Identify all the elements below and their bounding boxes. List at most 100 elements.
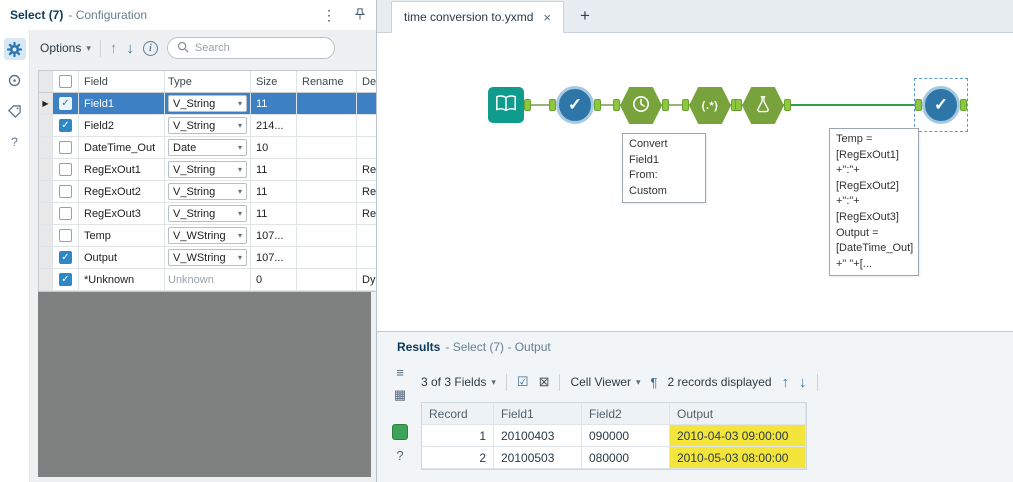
field-row[interactable]: ▶ ✓ Field1 V_String ▾ 11 — [39, 93, 376, 115]
field-checkbox[interactable] — [59, 229, 72, 242]
fields-dropdown[interactable]: 3 of 3 Fields ▾ — [421, 375, 496, 389]
search-box[interactable] — [166, 37, 335, 59]
move-up-button[interactable]: ↑ — [110, 41, 118, 56]
field-checkbox[interactable] — [59, 185, 72, 198]
field-description-cell: Dy — [357, 269, 376, 290]
row-handle[interactable]: ▶ — [39, 93, 53, 114]
field-row[interactable]: RegExOut3 V_String ▾ 11 Re — [39, 203, 376, 225]
separator — [816, 373, 818, 391]
checkbox-cell: ✓ — [53, 269, 79, 290]
row-handle[interactable] — [39, 203, 53, 224]
type-dropdown[interactable]: Date ▾ — [168, 139, 247, 156]
field-checkbox[interactable] — [59, 163, 72, 176]
move-down-button[interactable]: ↓ — [126, 41, 134, 56]
tab-time-conversion[interactable]: time conversion to.yxmd × — [391, 1, 564, 33]
cancel-box-icon[interactable]: ⊠ — [539, 374, 550, 390]
field-checkbox[interactable]: ✓ — [59, 119, 72, 132]
type-value: V_String — [173, 207, 216, 220]
field-column-header[interactable]: Field — [79, 71, 165, 92]
row-handle[interactable] — [39, 115, 53, 136]
new-tab-button[interactable]: + — [580, 6, 590, 26]
row-handle[interactable] — [39, 269, 53, 290]
size-column-header[interactable]: Size — [251, 71, 297, 92]
input-anchor[interactable] — [682, 99, 689, 111]
help-icon[interactable]: ? — [4, 131, 26, 153]
more-options-icon[interactable]: ⋮ — [322, 7, 336, 24]
navigation-target-icon[interactable] — [4, 69, 26, 91]
apply-checkbox-icon[interactable]: ☑ — [517, 374, 529, 390]
field-checkbox[interactable] — [59, 207, 72, 220]
field-row[interactable]: ✓ Output V_WString ▾ 107... — [39, 247, 376, 269]
field-row[interactable]: ✓ *Unknown Unknown 0 Dy — [39, 269, 376, 291]
description-column-header[interactable]: Description — [357, 71, 376, 92]
field-row[interactable]: RegExOut1 V_String ▾ 11 Re — [39, 159, 376, 181]
row-handle[interactable] — [39, 181, 53, 202]
type-dropdown[interactable]: V_WString ▾ — [168, 227, 247, 244]
datetime-tool[interactable] — [620, 87, 662, 124]
input-anchor[interactable] — [613, 99, 620, 111]
input-data-tool[interactable] — [488, 87, 524, 123]
chevron-down-icon: ▾ — [237, 209, 242, 218]
field-description-cell — [357, 115, 376, 136]
type-dropdown[interactable]: V_String ▾ — [168, 183, 247, 200]
type-dropdown[interactable]: V_String ▾ — [168, 95, 247, 112]
field-description-cell — [357, 247, 376, 268]
type-dropdown[interactable]: V_String ▾ — [168, 117, 247, 134]
select-all-checkbox[interactable] — [59, 75, 72, 88]
results-row[interactable]: 2 20100503 080000 2010-05-03 08:00:00 — [422, 447, 806, 469]
row-handle[interactable] — [39, 247, 53, 268]
type-dropdown[interactable]: V_WString ▾ — [168, 249, 247, 266]
regex-tool[interactable]: (.*) — [689, 87, 731, 124]
formula-tool[interactable] — [742, 87, 784, 124]
record-column-header[interactable]: Record — [422, 403, 494, 424]
pin-icon[interactable] — [354, 7, 366, 24]
datetime-tool-annotation[interactable]: Convert Field1 From: Custom — [622, 133, 706, 204]
output-anchor[interactable] — [594, 99, 601, 111]
help-icon[interactable]: ? — [396, 449, 403, 462]
field-row[interactable]: Temp V_WString ▾ 107... — [39, 225, 376, 247]
annotation-tag-icon[interactable] — [4, 100, 26, 122]
field-checkbox[interactable]: ✓ — [59, 97, 72, 110]
input-anchor[interactable] — [549, 99, 556, 111]
field-row[interactable]: RegExOut2 V_String ▾ 11 Re — [39, 181, 376, 203]
results-row[interactable]: 1 20100403 090000 2010-04-03 09:00:00 — [422, 425, 806, 447]
whitespace-toggle-icon[interactable]: ¶ — [650, 375, 657, 390]
close-icon[interactable]: × — [543, 10, 551, 25]
field-row[interactable]: ✓ Field2 V_String ▾ 214... — [39, 115, 376, 137]
rename-column-header[interactable]: Rename — [297, 71, 357, 92]
grid-view-icon[interactable]: ▦ — [394, 388, 406, 401]
row-handle[interactable] — [39, 137, 53, 158]
type-column-header[interactable]: Type — [165, 71, 251, 92]
select-tool-1[interactable]: ✓ — [556, 86, 594, 124]
info-icon[interactable]: i — [142, 40, 158, 56]
search-input[interactable] — [194, 42, 325, 54]
field-table-header: Field Type Size Rename Description — [39, 71, 376, 93]
type-dropdown[interactable]: V_String ▾ — [168, 161, 247, 178]
output-column-header[interactable]: Output — [670, 403, 806, 424]
options-button[interactable]: Options ▾ — [40, 41, 91, 55]
prev-record-button[interactable]: ↑ — [782, 375, 790, 390]
field-checkbox[interactable]: ✓ — [59, 251, 72, 264]
type-dropdown[interactable]: V_String ▾ — [168, 205, 247, 222]
row-handle[interactable] — [39, 159, 53, 180]
configuration-panel: Select (7) - Configuration ⋮ ? Options ▾… — [0, 0, 377, 482]
field2-column-header[interactable]: Field2 — [582, 403, 670, 424]
formula-tool-annotation[interactable]: Temp = [RegExOut1] +":"+ [RegExOut2] +":… — [829, 128, 919, 277]
workflow-canvas[interactable]: ✓ (.*) ✓ Convert Field1 From: Custom Tem… — [377, 33, 1013, 331]
output-anchor[interactable] — [662, 99, 669, 111]
field-checkbox[interactable] — [59, 141, 72, 154]
cell-viewer-dropdown[interactable]: Cell Viewer ▾ — [570, 375, 640, 389]
output-anchor[interactable] — [524, 99, 531, 111]
clock-icon — [631, 94, 651, 117]
field-checkbox[interactable]: ✓ — [59, 273, 72, 286]
field-row[interactable]: DateTime_Out Date ▾ 10 — [39, 137, 376, 159]
configuration-gear-icon[interactable] — [3, 38, 26, 60]
next-record-button[interactable]: ↓ — [799, 375, 807, 390]
output-anchor-tile-icon[interactable] — [392, 424, 408, 440]
row-handle[interactable] — [39, 225, 53, 246]
list-view-icon[interactable]: ≡ — [396, 366, 404, 379]
field1-column-header[interactable]: Field1 — [494, 403, 582, 424]
output-anchor[interactable] — [784, 99, 791, 111]
input-anchor[interactable] — [735, 99, 742, 111]
select-tool-7-selected[interactable]: ✓ — [922, 86, 960, 124]
